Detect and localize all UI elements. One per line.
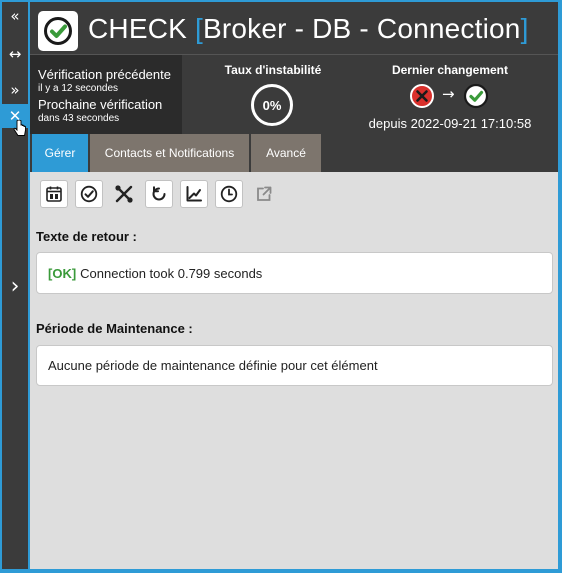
tab-advanced[interactable]: Avancé: [251, 134, 321, 172]
next-panel-icon[interactable]: ›: [2, 274, 28, 299]
maintenance-text: Aucune période de maintenance définie po…: [48, 358, 378, 373]
resize-icon[interactable]: ↔: [2, 42, 28, 66]
output-text: Connection took 0.799 seconds: [80, 265, 263, 281]
side-rail: « ↔ » ✕ ›: [2, 2, 28, 569]
tools-icon: [115, 185, 133, 203]
clock-icon: [220, 185, 238, 203]
ok-state-icon: [463, 83, 489, 109]
check-circle-icon: [44, 17, 72, 45]
acknowledge-button[interactable]: [75, 180, 103, 208]
check-circle-icon: [80, 185, 98, 203]
check-status-logo: [38, 11, 78, 51]
graph-icon: [186, 186, 202, 202]
next-check-value: dans 43 secondes: [38, 113, 120, 124]
tab-contacts-notifications[interactable]: Contacts et Notifications: [90, 134, 249, 172]
next-check-label: Prochaine vérification: [38, 97, 163, 112]
instability-gauge: 0%: [251, 84, 293, 126]
last-change-date: depuis 2022-09-21 17:10:58: [368, 116, 532, 131]
title-type: CHECK: [88, 13, 188, 44]
tab-bar: Gérer Contacts et Notifications Avancé: [30, 134, 558, 172]
title-name: Broker - DB - Connection: [202, 13, 521, 44]
transition-arrow-icon: →: [442, 85, 455, 103]
maintenance-label: Période de Maintenance :: [36, 321, 193, 336]
schedule-downtime-button[interactable]: [40, 180, 68, 208]
check-timing: Vérification précédente il y a 12 second…: [30, 55, 182, 135]
output-box: [OK] Connection took 0.799 seconds: [36, 252, 553, 294]
output-status: [OK]: [48, 265, 77, 281]
expand-icon[interactable]: »: [2, 78, 28, 102]
critical-state-icon: [409, 83, 435, 109]
refresh-icon: [152, 186, 166, 201]
previous-check-value: il y a 12 secondes: [38, 83, 119, 94]
recheck-button[interactable]: [145, 180, 173, 208]
title-close-bracket: ]: [520, 13, 529, 44]
last-change-label: Dernier changement: [391, 63, 509, 77]
manage-panel: Texte de retour : [OK] Connection took 0…: [30, 172, 558, 569]
status-info-bar: Vérification précédente il y a 12 second…: [30, 54, 558, 135]
hand-cursor-icon: [13, 120, 26, 136]
tab-manage[interactable]: Gérer: [32, 134, 88, 172]
instability-label: Taux d'instabilité: [224, 63, 322, 77]
graph-button[interactable]: [180, 180, 208, 208]
page-title: CHECK [Broker - DB - Connection]: [88, 13, 529, 45]
output-label: Texte de retour :: [36, 229, 137, 244]
header-bar: CHECK [Broker - DB - Connection]: [30, 2, 558, 54]
open-external-button[interactable]: [250, 180, 278, 208]
calendar-icon: [46, 186, 62, 202]
maintenance-box: Aucune période de maintenance définie po…: [36, 345, 553, 386]
title-open-bracket: [: [195, 13, 203, 44]
collapse-icon[interactable]: «: [2, 4, 28, 28]
previous-check-label: Vérification précédente: [38, 67, 171, 82]
external-link-icon: [257, 186, 272, 201]
history-button[interactable]: [215, 180, 243, 208]
maintenance-tools-button[interactable]: [110, 180, 138, 208]
